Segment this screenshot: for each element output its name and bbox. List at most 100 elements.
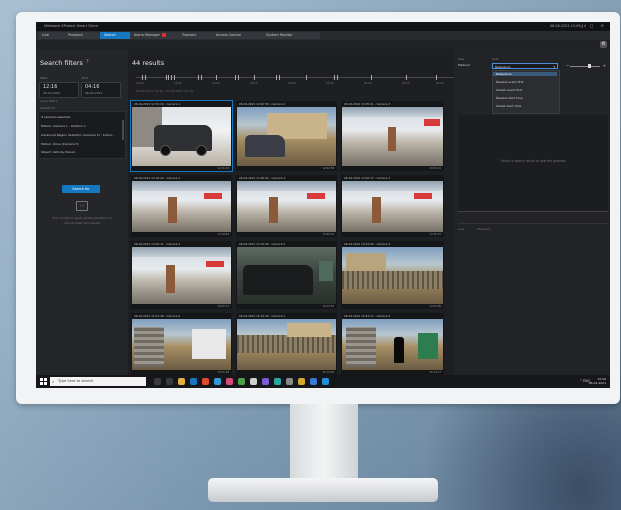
clear-filters-link[interactable]: Clear filters xyxy=(40,99,57,103)
zoom-out-icon[interactable]: − xyxy=(566,63,569,68)
door-shape xyxy=(166,265,175,293)
thumbnail-image xyxy=(237,107,336,166)
thumbnail-size-slider[interactable]: − + xyxy=(566,63,606,69)
result-thumbnail[interactable]: 06-04-2021 12:31:10 - Camera 1 12:31:10 xyxy=(130,100,233,172)
source-item[interactable]: Motion: Zone (Camera 5) xyxy=(41,142,79,146)
end-label: End xyxy=(82,76,88,80)
result-thumbnail[interactable]: 06-04-2021 15:24:17 - Camera 6 15:24:17 xyxy=(341,313,444,375)
app-icon[interactable] xyxy=(286,378,293,385)
tab-system-monitor[interactable]: System Monitor xyxy=(262,32,320,39)
result-thumbnail[interactable]: 06-04-2021 15:12:30 - Camera 2 15:12:30 xyxy=(236,313,337,375)
sort-option[interactable]: Newest start time xyxy=(496,96,523,100)
layout-value[interactable]: Medium xyxy=(458,63,470,67)
app-icon[interactable] xyxy=(238,378,245,385)
dark-car-shape xyxy=(243,265,313,295)
preview-footer: Live Playback xyxy=(458,215,608,231)
timeline-tick xyxy=(168,75,169,80)
ceiling-shape xyxy=(237,181,336,191)
timeline-tick xyxy=(238,75,239,80)
tab-access-control[interactable]: Access Control xyxy=(212,32,268,39)
red-sign-shape xyxy=(414,193,432,199)
app-icon[interactable] xyxy=(274,378,281,385)
result-thumbnail[interactable]: 06-04-2021 13:40:37 - Camera 3 13:40:37 xyxy=(341,175,444,237)
ceiling-shape xyxy=(132,247,231,257)
ceiling-shape xyxy=(342,107,443,117)
search-results-panel: 44 results 12:00 14:00 16:00 18:00 20:00… xyxy=(128,49,454,375)
source-item[interactable]: Advanced Region Selection (Camera 3) - I… xyxy=(41,133,115,137)
preview-footer-item[interactable]: Live xyxy=(458,227,464,231)
sort-option[interactable]: Oldest event first xyxy=(496,88,522,92)
tab-alarm-manager[interactable]: Alarm Manager xyxy=(130,32,184,39)
timeline-range: 06-04-2021 12:16 - 07-04-2021 04:16 xyxy=(136,89,194,93)
result-thumbnail[interactable]: 06-04-2021 12:42:58 - Camera 2 12:42:58 xyxy=(236,101,337,171)
preview-footer-item[interactable]: Playback xyxy=(477,227,490,231)
thumbnail-image xyxy=(237,247,336,304)
zoom-in-icon[interactable]: + xyxy=(603,63,606,68)
sort-label: Sort xyxy=(492,57,499,61)
fence-shape xyxy=(342,271,443,289)
help-icon[interactable]: ? xyxy=(86,59,89,65)
taskbar-search-input[interactable]: ⌕ Type here to search xyxy=(50,377,146,386)
edge-browser-icon[interactable] xyxy=(214,378,221,385)
timeline-label: 00:00 xyxy=(364,82,372,85)
wheel-shape xyxy=(160,145,171,156)
thumbnail-time: 12:31:10 xyxy=(217,167,229,170)
app-icon[interactable] xyxy=(298,378,305,385)
tab-system-monitor-label: System Monitor xyxy=(266,33,293,37)
file-explorer-icon[interactable] xyxy=(178,378,185,385)
door-shape xyxy=(269,197,278,223)
source-item[interactable]: Object: Vehicle, Person xyxy=(41,150,75,154)
result-thumbnail[interactable]: 06-04-2021 14:15:59 - Camera 5 14:15:59 xyxy=(236,241,337,309)
widgets-icon[interactable] xyxy=(166,378,173,385)
app-icon[interactable] xyxy=(310,378,317,385)
thumbnail-image xyxy=(132,107,231,166)
slider-track xyxy=(570,66,600,67)
timeline-tick xyxy=(436,75,437,80)
sort-option[interactable]: Relevance xyxy=(493,72,557,76)
sources-header: Search for xyxy=(40,106,56,110)
monitor-stand-neck xyxy=(290,404,358,484)
app-icon[interactable] xyxy=(250,378,257,385)
search-button[interactable]: Search for xyxy=(62,185,100,193)
timeline-tick xyxy=(279,75,280,80)
monitor-screen: Milestone XProtect Smart Client 06-04-20… xyxy=(36,22,610,388)
tab-alarm-manager-label: Alarm Manager xyxy=(134,33,160,37)
app-title: Milestone XProtect Smart Client xyxy=(44,24,98,28)
sort-dropdown[interactable]: Relevance ▾ xyxy=(492,63,558,69)
result-thumbnail[interactable]: 06-04-2021 15:01:48 - Camera 6 15:01:48 xyxy=(131,313,232,375)
result-thumbnail[interactable]: 06-04-2021 13:26:02 - Camera 3 13:26:02 xyxy=(236,175,337,237)
windows-start-icon[interactable] xyxy=(40,378,47,385)
clock-date: 06-04-2021 xyxy=(588,381,606,385)
task-view-icon[interactable] xyxy=(154,378,161,385)
app-icon[interactable] xyxy=(262,378,269,385)
app-icon[interactable] xyxy=(322,378,329,385)
sort-dropdown-menu: Relevance Newest event first Oldest even… xyxy=(492,70,560,114)
result-thumbnail[interactable]: 06-04-2021 14:33:06 - Camera 2 14:33:06 xyxy=(341,241,444,309)
xprotect-app-icon[interactable] xyxy=(190,378,197,385)
result-thumbnail[interactable]: 06-04-2021 13:18:44 - Camera 3 13:18:44 xyxy=(131,175,232,237)
thumbnail-time: 14:15:59 xyxy=(322,305,334,308)
thumbnail-time: 13:26:02 xyxy=(322,233,334,236)
sort-option[interactable]: Newest event first xyxy=(496,80,523,84)
thumbnail-time: 13:40:37 xyxy=(429,233,441,236)
source-item[interactable]: Motion: Camera 1 - Outdoor 1 xyxy=(41,124,86,128)
preview-area: Select a search result to see the previe… xyxy=(458,115,608,212)
window-controls[interactable]: _ ▢ ✕ xyxy=(580,23,607,28)
search-icon: ⌕ xyxy=(52,379,55,384)
result-thumbnail[interactable]: 06-04-2021 13:05:21 - Camera 3 13:05:21 xyxy=(341,101,444,171)
app-icon[interactable] xyxy=(202,378,209,385)
gear-icon[interactable]: ⚙ xyxy=(600,41,607,48)
taskbar-clock[interactable]: 15:09 06-04-2021 xyxy=(589,377,606,385)
sort-option[interactable]: Oldest start time xyxy=(496,104,521,108)
result-thumbnail[interactable]: 06-04-2021 14:02:11 - Camera 4 14:02:11 xyxy=(131,241,232,309)
results-timeline[interactable]: 12:00 14:00 16:00 18:00 20:00 22:00 00:0… xyxy=(136,75,454,85)
sources-scrollbar[interactable] xyxy=(122,120,124,140)
title-bar: Milestone XProtect Smart Client 06-04-20… xyxy=(36,22,610,31)
end-time-field[interactable]: 04:16 06-04-2021 xyxy=(81,82,121,98)
source-item[interactable]: 4 cameras selected xyxy=(41,115,70,119)
search-sources-list: 4 cameras selected Motion: Camera 1 - Ou… xyxy=(38,111,126,159)
slider-knob[interactable] xyxy=(588,64,591,68)
app-icon[interactable] xyxy=(226,378,233,385)
start-time-field[interactable]: 12:16 06-04-2021 xyxy=(39,82,79,98)
timeline-tick xyxy=(174,75,175,80)
